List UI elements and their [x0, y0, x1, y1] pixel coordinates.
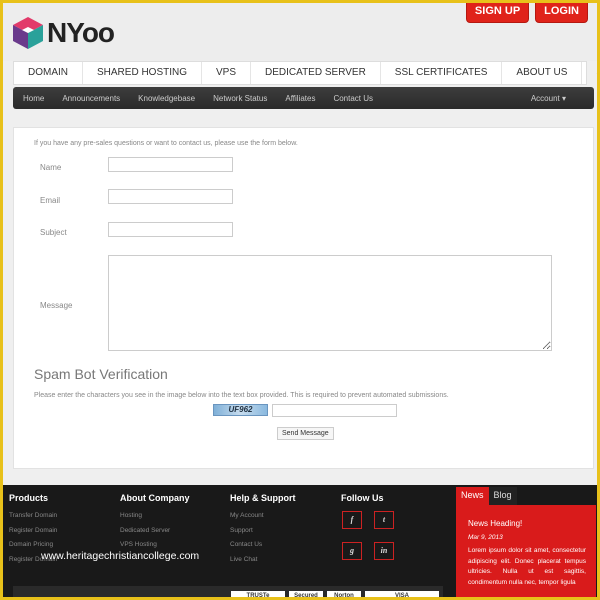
auth-buttons: SIGN UP LOGIN — [465, 3, 588, 23]
news-heading[interactable]: News Heading! — [468, 519, 522, 528]
footer-link[interactable]: Contact Us — [230, 538, 296, 553]
nav-about-us[interactable]: ABOUT US — [502, 62, 583, 84]
footer-help: Help & Support My Account Support Contac… — [230, 493, 296, 567]
signup-button[interactable]: SIGN UP — [465, 3, 530, 23]
form-intro: If you have any pre-sales questions or w… — [34, 140, 298, 147]
subject-label: Subject — [40, 228, 67, 237]
facebook-icon[interactable]: f — [342, 511, 362, 529]
help-title: Help & Support — [230, 493, 296, 503]
news-date: Mar 9, 2013 — [468, 534, 503, 541]
norton-badge: Norton — [327, 591, 361, 597]
nav-domain[interactable]: DOMAIN — [14, 62, 83, 84]
follow-title: Follow Us — [341, 493, 384, 503]
site-header: NYoo SIGN UP LOGIN — [3, 3, 597, 61]
account-dropdown[interactable]: Account ▾ — [531, 94, 566, 103]
message-label: Message — [40, 301, 73, 310]
send-message-button[interactable]: Send Message — [277, 427, 334, 440]
logo[interactable]: NYoo — [13, 17, 115, 49]
visa-badge: VISA — [365, 591, 439, 597]
news-tabs: News Blog — [456, 487, 596, 505]
captcha-image: UF962 — [213, 404, 268, 416]
message-field[interactable] — [108, 255, 552, 351]
subnav-home[interactable]: Home — [13, 94, 52, 103]
linkedin-icon[interactable]: in — [374, 542, 394, 560]
truste-badge: TRUSTe — [231, 591, 285, 597]
spam-description: Please enter the characters you see in t… — [34, 392, 449, 399]
login-button[interactable]: LOGIN — [535, 3, 588, 23]
nav-dedicated-server[interactable]: DEDICATED SERVER — [251, 62, 381, 84]
email-label: Email — [40, 196, 61, 205]
contact-form-panel: If you have any pre-sales questions or w… — [13, 127, 594, 469]
footer-link[interactable]: My Account — [230, 509, 296, 524]
subject-field[interactable] — [108, 222, 233, 237]
tab-news[interactable]: News — [456, 487, 489, 505]
news-panel: News Blog News Heading! Mar 9, 2013 Lore… — [456, 487, 596, 597]
watermark-text: www.heritagechristiancollege.com — [41, 550, 200, 562]
secured-badge: Secured — [289, 591, 323, 597]
nav-shared-hosting[interactable]: SHARED HOSTING — [83, 62, 203, 84]
name-field[interactable] — [108, 157, 233, 172]
subnav-affiliates[interactable]: Affiliates — [275, 94, 323, 103]
footer-link[interactable]: Transfer Domain — [9, 509, 57, 524]
main-nav: DOMAIN SHARED HOSTING VPS DEDICATED SERV… — [13, 61, 597, 85]
nav-ssl-certificates[interactable]: SSL CERTIFICATES — [381, 62, 503, 84]
tab-blog[interactable]: Blog — [488, 487, 517, 505]
footer-follow: Follow Us — [341, 493, 384, 509]
twitter-icon[interactable]: t — [374, 511, 394, 529]
page-frame: NYoo SIGN UP LOGIN DOMAIN SHARED HOSTING… — [0, 0, 600, 600]
subnav-network-status[interactable]: Network Status — [203, 94, 275, 103]
about-title: About Company — [120, 493, 190, 503]
brand-name: NYoo — [47, 17, 115, 48]
footer-link[interactable]: Dedicated Server — [120, 524, 190, 539]
name-label: Name — [40, 163, 62, 172]
email-field[interactable] — [108, 189, 233, 204]
spam-title: Spam Bot Verification — [34, 366, 168, 382]
subnav-announcements[interactable]: Announcements — [52, 94, 128, 103]
footer-about: About Company Hosting Dedicated Server V… — [120, 493, 190, 553]
sub-nav: Home Announcements Knowledgebase Network… — [13, 87, 594, 109]
subnav-knowledgebase[interactable]: Knowledgebase — [128, 94, 203, 103]
products-title: Products — [9, 493, 49, 503]
footer-link[interactable]: Support — [230, 524, 296, 539]
footer-link[interactable]: Live Chat — [230, 553, 296, 568]
nav-vps[interactable]: VPS — [202, 62, 252, 84]
nav-support[interactable]: SUPPORT — [582, 62, 597, 84]
cube-logo-icon — [13, 17, 43, 49]
google-plus-icon[interactable]: g — [342, 542, 362, 560]
footer-link[interactable]: Register Domain — [9, 524, 57, 539]
captcha-input[interactable] — [272, 404, 397, 417]
subnav-contact-us[interactable]: Contact Us — [323, 94, 381, 103]
footer-link[interactable]: Hosting — [120, 509, 190, 524]
news-body: Lorem ipsum dolor sit amet, consectetur … — [468, 547, 586, 586]
